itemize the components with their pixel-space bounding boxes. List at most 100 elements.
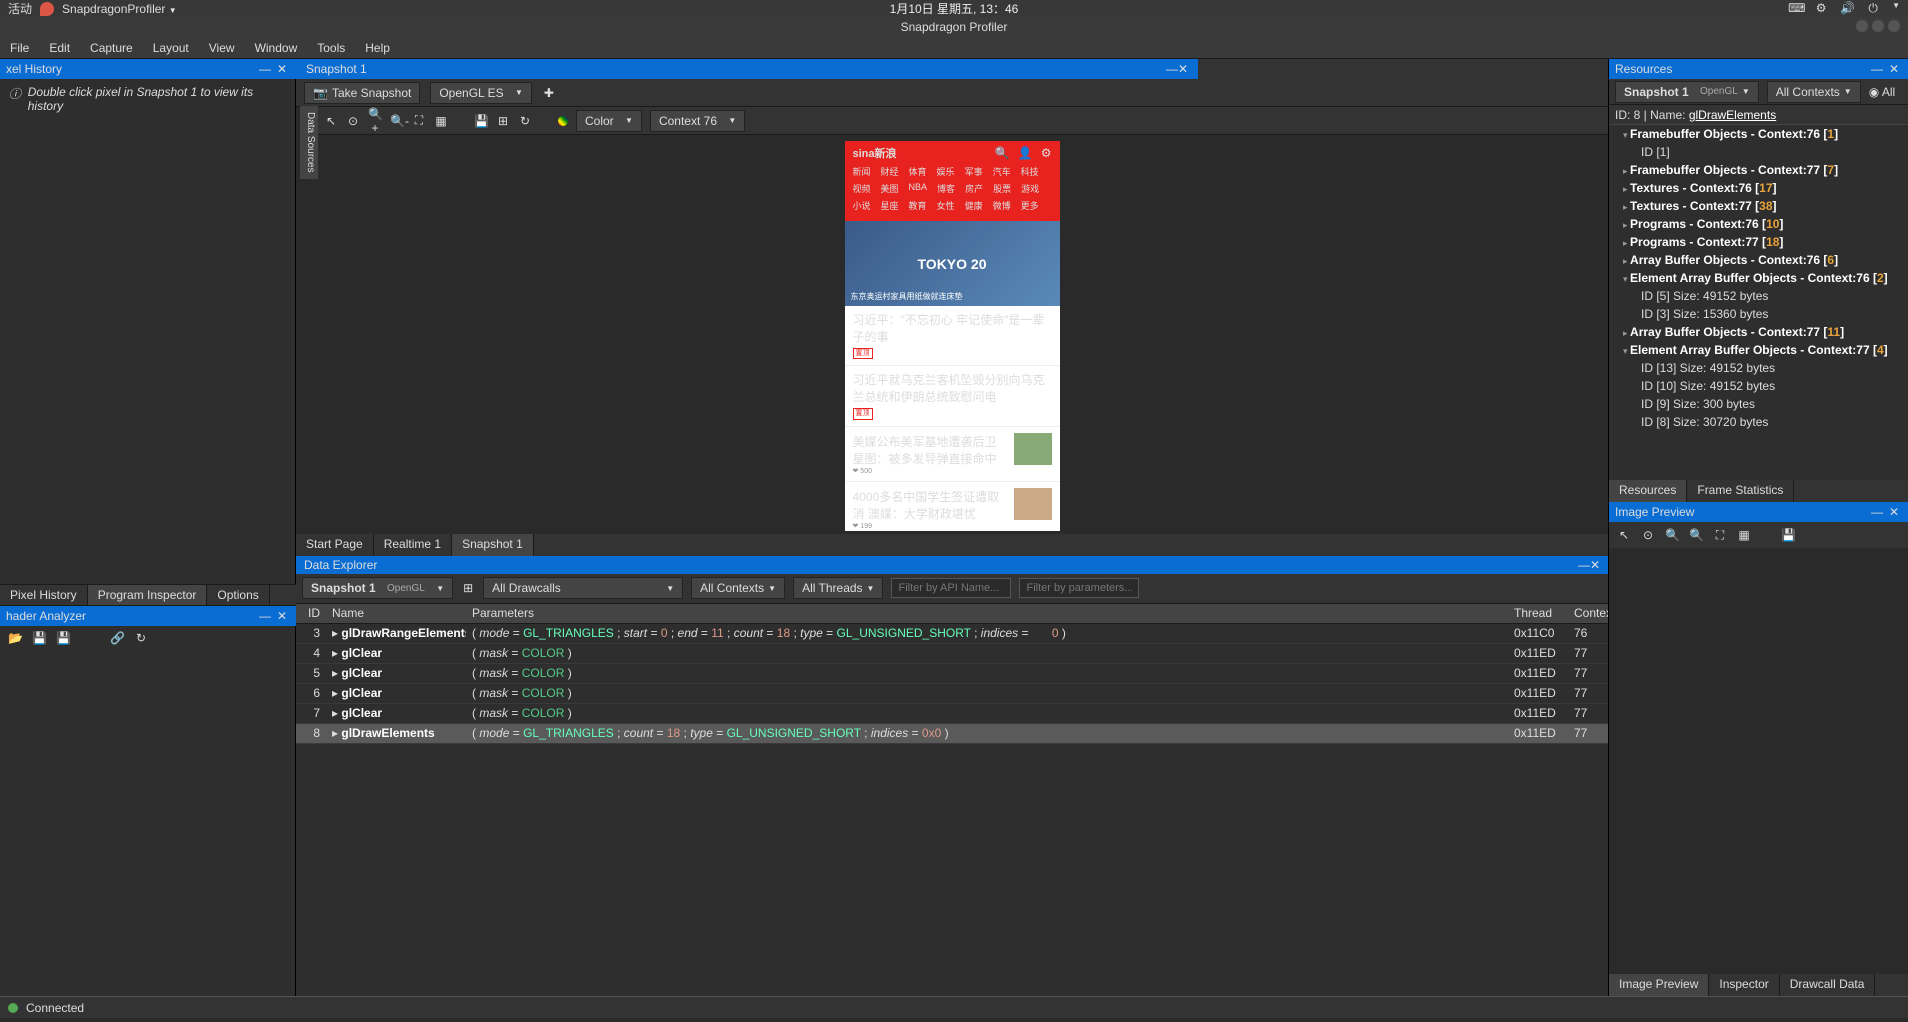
tree-node[interactable]: Programs - Context:77 [18]: [1609, 233, 1908, 251]
save-icon[interactable]: 💾: [474, 114, 488, 128]
tab-resources[interactable]: Resources: [1609, 480, 1687, 502]
cursor-icon[interactable]: ↖: [324, 114, 338, 128]
tab-options[interactable]: Options: [207, 585, 269, 605]
target-icon[interactable]: ⊙: [1641, 528, 1655, 542]
tree-icon[interactable]: ⊞: [461, 581, 475, 595]
de-snapshot-select[interactable]: Snapshot 1 OpenGL ▼: [302, 577, 453, 599]
all-radio[interactable]: ◉ All: [1869, 85, 1896, 99]
snapshot-canvas[interactable]: sina新浪 🔍👤⚙ 新闻财经体育娱乐军事汽车科技视频美图NBA博客房产股票游戏…: [296, 135, 1608, 534]
close-panel-icon[interactable]: ✕: [274, 62, 290, 76]
menu-edit[interactable]: Edit: [39, 41, 80, 55]
data-sources-tab[interactable]: Data Sources: [300, 106, 318, 179]
tree-node[interactable]: Textures - Context:76 [17]: [1609, 179, 1908, 197]
save-as-icon[interactable]: 💾: [56, 631, 70, 645]
save-icon[interactable]: 💾: [32, 631, 46, 645]
power-icon[interactable]: ⏻: [1866, 1, 1880, 16]
tab-inspector[interactable]: Inspector: [1709, 974, 1779, 996]
menu-layout[interactable]: Layout: [143, 41, 199, 55]
tab-snapshot-1[interactable]: Snapshot 1 — ✕: [296, 59, 1198, 79]
tree-node[interactable]: ID [8] Size: 30720 bytes: [1609, 413, 1908, 431]
tree-node[interactable]: Framebuffer Objects - Context:76 [1]: [1609, 125, 1908, 143]
close-panel-icon[interactable]: ✕: [274, 609, 290, 623]
zoom-fit-icon[interactable]: ⛶: [1713, 528, 1727, 543]
table-row[interactable]: 8▸ glDrawElements( mode = GL_TRIANGLES ;…: [296, 724, 1608, 744]
table-row[interactable]: 4▸ glClear( mask = COLOR )0x11ED77: [296, 644, 1608, 664]
minimize-panel-icon[interactable]: —: [256, 609, 274, 623]
tree-node[interactable]: ID [3] Size: 15360 bytes: [1609, 305, 1908, 323]
refresh-icon[interactable]: ↻: [518, 114, 532, 128]
api-select[interactable]: OpenGL ES ▼: [430, 82, 532, 104]
zoom-out-icon[interactable]: 🔍: [1689, 528, 1703, 542]
keyboard-icon[interactable]: ⌨: [1788, 1, 1802, 16]
take-snapshot-button[interactable]: 📷 Take Snapshot: [304, 82, 420, 104]
image-preview-canvas[interactable]: [1609, 548, 1908, 974]
tree-node[interactable]: ID [5] Size: 49152 bytes: [1609, 287, 1908, 305]
minimize-button[interactable]: [1856, 20, 1868, 32]
open-icon[interactable]: 📂: [8, 631, 22, 645]
close-button[interactable]: [1888, 20, 1900, 32]
activities-label[interactable]: 活动: [8, 0, 32, 17]
zoom-in-icon[interactable]: 🔍: [1665, 528, 1679, 542]
api-filter-input[interactable]: [891, 578, 1011, 598]
menu-capture[interactable]: Capture: [80, 41, 143, 55]
zoom-out-icon[interactable]: 🔍-: [390, 114, 404, 128]
refresh-icon[interactable]: ↻: [134, 631, 148, 645]
drawcalls-filter[interactable]: All Drawcalls▼: [483, 577, 683, 599]
color-select[interactable]: Color ▼: [576, 110, 642, 132]
tab-drawcall-data[interactable]: Drawcall Data: [1780, 974, 1876, 996]
tree-node[interactable]: ID [10] Size: 49152 bytes: [1609, 377, 1908, 395]
tab-image-preview[interactable]: Image Preview: [1609, 974, 1709, 996]
tab-start-page[interactable]: Start Page: [296, 534, 374, 556]
res-snapshot-select[interactable]: Snapshot 1 OpenGL ▼: [1615, 81, 1759, 103]
table-row[interactable]: 7▸ glClear( mask = COLOR )0x11ED77: [296, 704, 1608, 724]
contexts-filter[interactable]: All Contexts ▼: [691, 577, 785, 599]
tree-node[interactable]: Programs - Context:76 [10]: [1609, 215, 1908, 233]
tree-node[interactable]: Array Buffer Objects - Context:77 [11]: [1609, 323, 1908, 341]
close-panel-icon[interactable]: ✕: [1886, 505, 1902, 519]
tab-program-inspector[interactable]: Program Inspector: [88, 585, 208, 605]
tab-frame-stats[interactable]: Frame Statistics: [1687, 480, 1794, 502]
maximize-button[interactable]: [1872, 20, 1884, 32]
table-row[interactable]: 5▸ glClear( mask = COLOR )0x11ED77: [296, 664, 1608, 684]
add-icon[interactable]: ✚: [542, 86, 556, 100]
network-icon[interactable]: ⚙: [1814, 1, 1828, 16]
close-panel-icon[interactable]: ✕: [1886, 62, 1902, 76]
context-select[interactable]: Context 76 ▼: [650, 110, 745, 132]
tab-realtime-1[interactable]: Realtime 1: [374, 534, 452, 556]
menu-tools[interactable]: Tools: [307, 41, 355, 55]
tree-node[interactable]: ID [1]: [1609, 143, 1908, 161]
target-icon[interactable]: ⊙: [346, 114, 360, 128]
tab-snapshot-1[interactable]: Snapshot 1: [452, 534, 534, 556]
tab-pixel-history[interactable]: Pixel History: [0, 585, 88, 605]
grid-icon[interactable]: ▦: [1737, 528, 1751, 542]
tree-node[interactable]: Framebuffer Objects - Context:77 [7]: [1609, 161, 1908, 179]
params-filter-input[interactable]: [1019, 578, 1139, 598]
menu-window[interactable]: Window: [245, 41, 308, 55]
menu-file[interactable]: File: [0, 41, 39, 55]
zoom-fit-icon[interactable]: ⛶: [412, 113, 426, 128]
resources-tree[interactable]: Framebuffer Objects - Context:76 [1]ID […: [1609, 125, 1908, 480]
close-panel-icon[interactable]: ✕: [1178, 62, 1188, 76]
zoom-in-icon[interactable]: 🔍+: [368, 107, 382, 135]
minimize-panel-icon[interactable]: —: [1868, 505, 1886, 519]
threads-filter[interactable]: All Threads ▼: [793, 577, 883, 599]
volume-icon[interactable]: 🔊: [1840, 1, 1854, 16]
menu-view[interactable]: View: [199, 41, 245, 55]
minimize-panel-icon[interactable]: —: [1578, 558, 1590, 572]
table-row[interactable]: 6▸ glClear( mask = COLOR )0x11ED77: [296, 684, 1608, 704]
table-icon[interactable]: ⊞: [496, 114, 510, 128]
tree-node[interactable]: Element Array Buffer Objects - Context:7…: [1609, 269, 1908, 287]
tree-node[interactable]: Array Buffer Objects - Context:76 [6]: [1609, 251, 1908, 269]
tree-node[interactable]: Element Array Buffer Objects - Context:7…: [1609, 341, 1908, 359]
save-icon[interactable]: 💾: [1781, 528, 1795, 542]
cursor-icon[interactable]: ↖: [1617, 528, 1631, 542]
tree-node[interactable]: Textures - Context:77 [38]: [1609, 197, 1908, 215]
table-row[interactable]: 3▸ glDrawRangeElements( mode = GL_TRIANG…: [296, 624, 1608, 644]
chevron-down-icon[interactable]: ▼: [1892, 1, 1900, 16]
menu-help[interactable]: Help: [355, 41, 400, 55]
close-panel-icon[interactable]: ✕: [1590, 558, 1600, 572]
tree-node[interactable]: ID [9] Size: 300 bytes: [1609, 395, 1908, 413]
minimize-panel-icon[interactable]: —: [1868, 62, 1886, 76]
tree-node[interactable]: ID [13] Size: 49152 bytes: [1609, 359, 1908, 377]
link-icon[interactable]: 🔗: [110, 631, 124, 645]
